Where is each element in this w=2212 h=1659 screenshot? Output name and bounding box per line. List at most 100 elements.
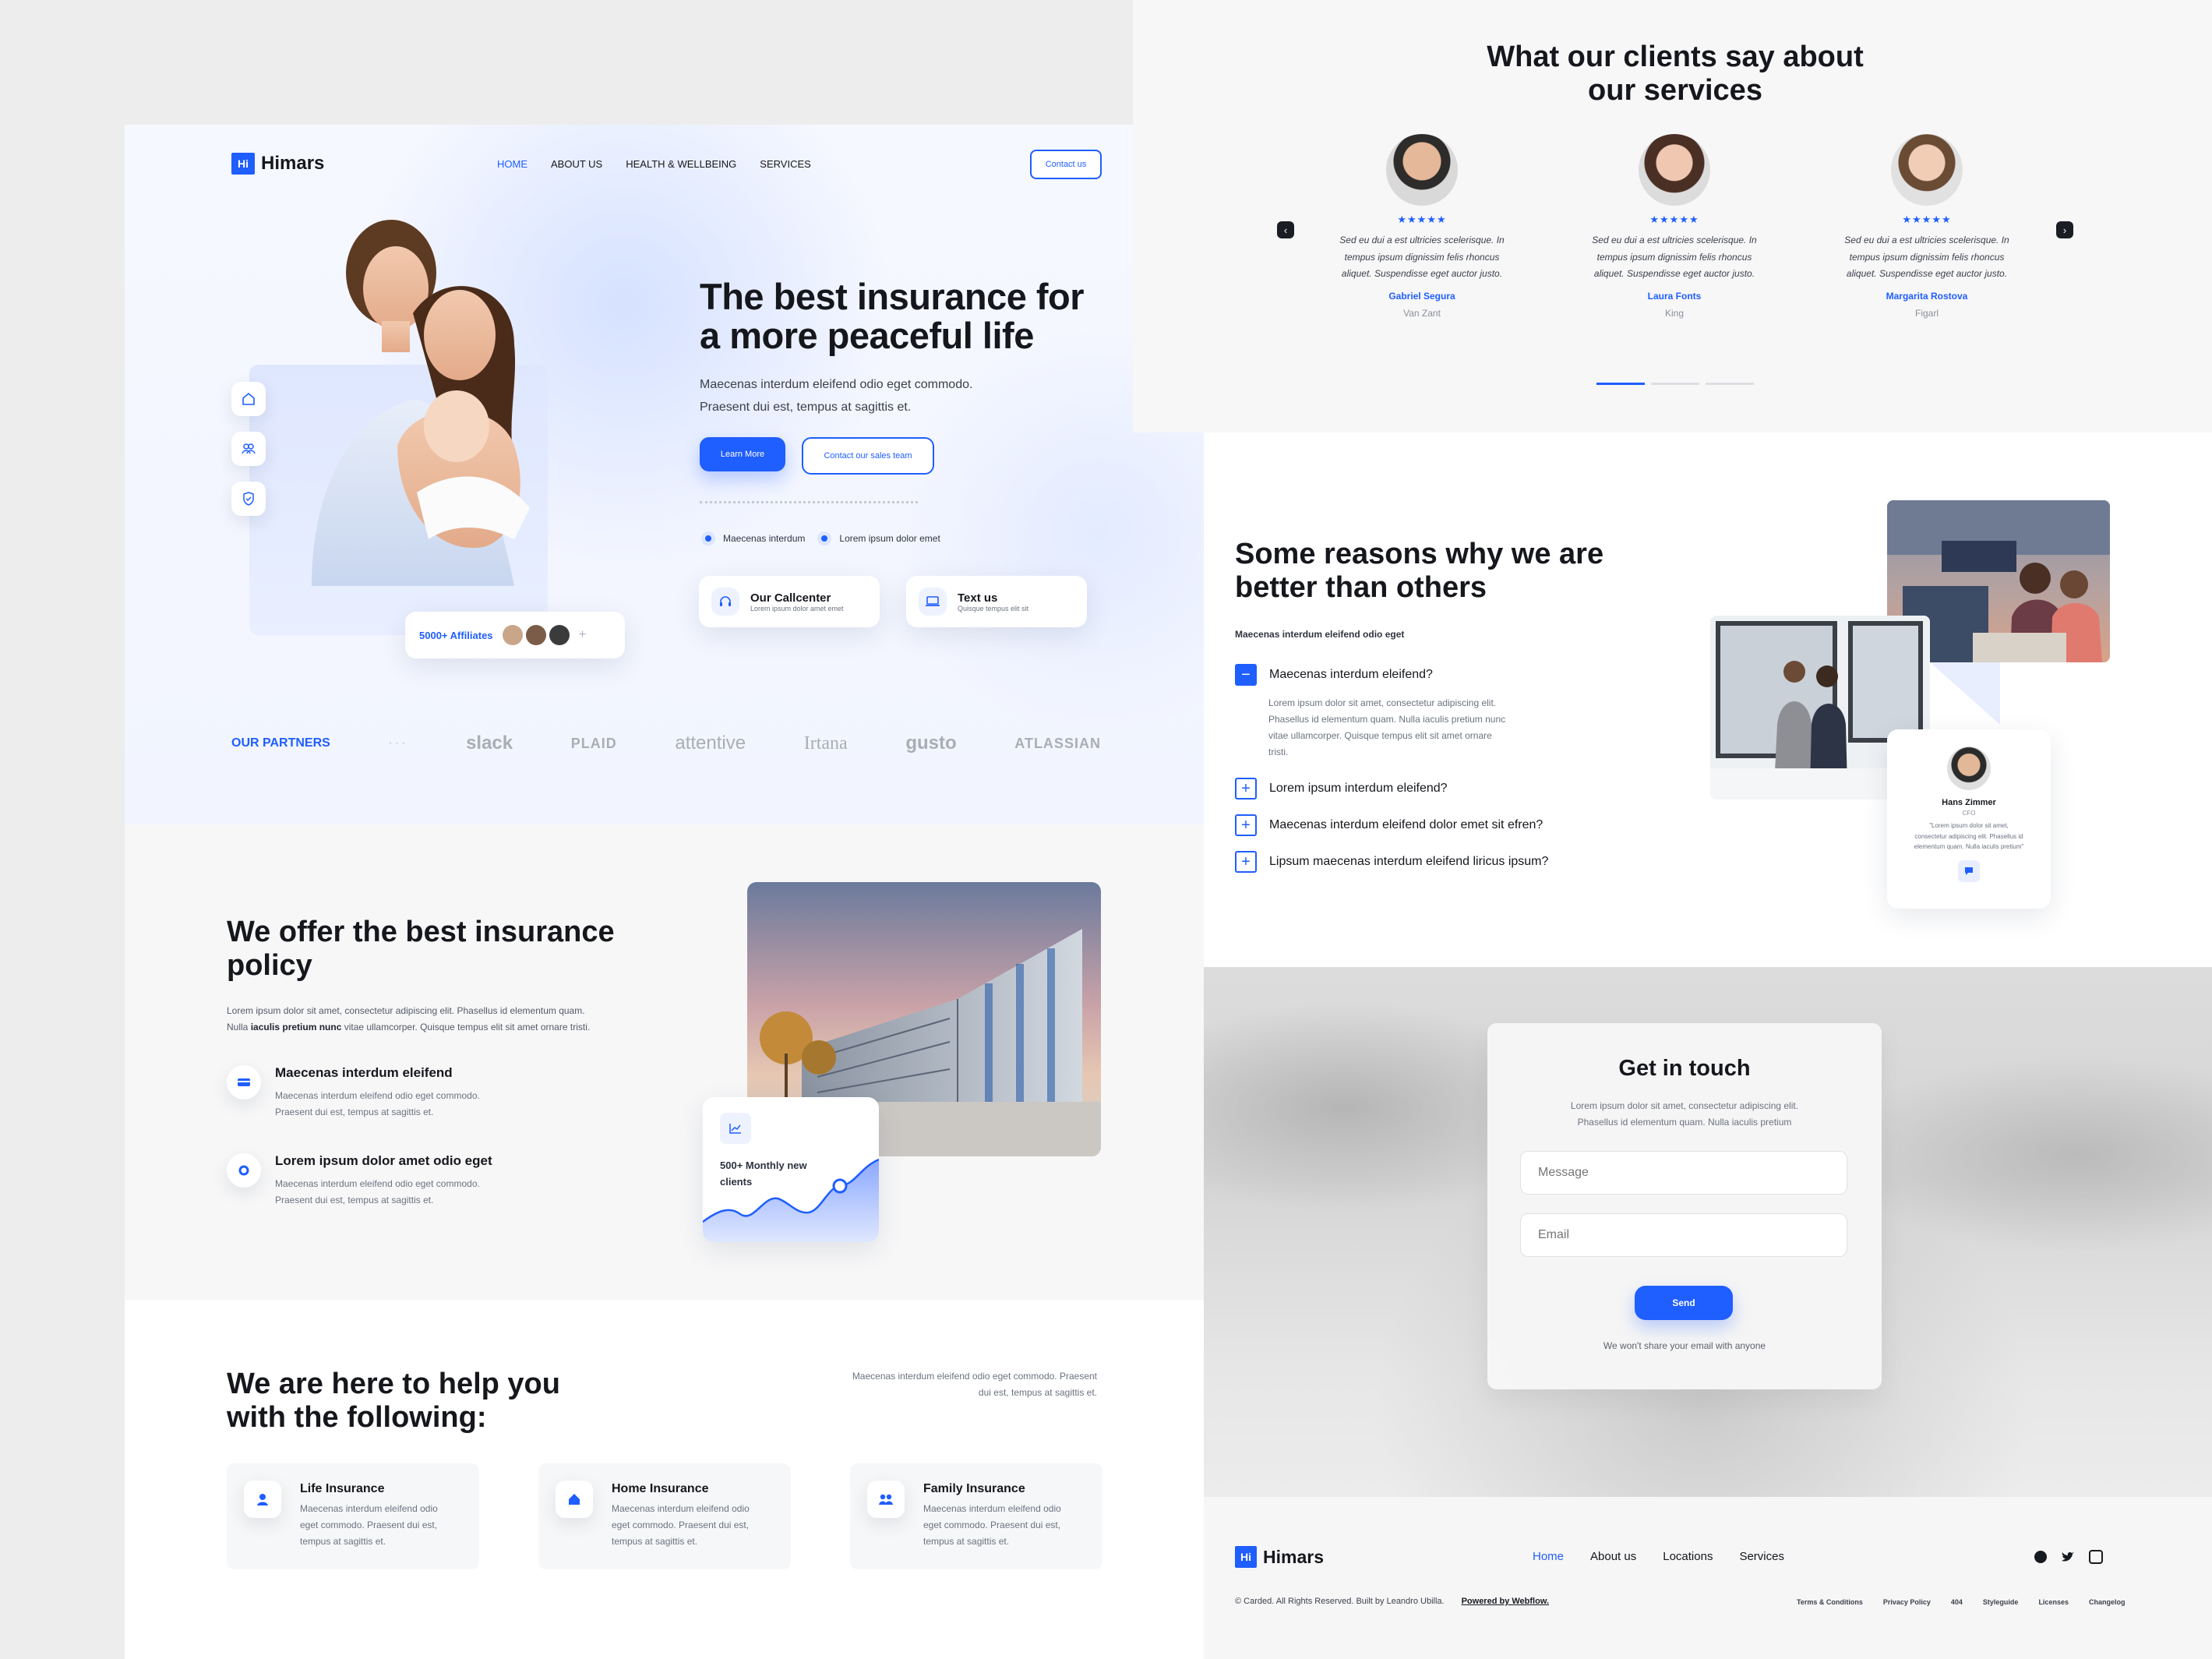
- plus-icon[interactable]: +: [573, 625, 593, 645]
- offer-feature-title: Maecenas interdum eleifend: [275, 1065, 453, 1080]
- check-icon: [701, 531, 715, 545]
- main-nav: HOME ABOUT US HEALTH & WELLBEING SERVICE…: [497, 158, 811, 170]
- service-line: Maecenas interdum eleifend odio: [923, 1503, 1061, 1514]
- footer-nav-about[interactable]: About us: [1590, 1550, 1636, 1563]
- offer-title-line-2: policy: [227, 948, 312, 982]
- contact-title: Get in touch: [1618, 1056, 1751, 1081]
- powered-link[interactable]: Powered by Webflow.: [1462, 1597, 1549, 1606]
- help-aside: Maecenas interdum eleifend odio eget com…: [779, 1368, 1097, 1401]
- footer-nav-services[interactable]: Services: [1739, 1550, 1784, 1563]
- prev-arrow-button[interactable]: ‹: [1277, 221, 1294, 238]
- changelog-link[interactable]: Changelog: [2089, 1598, 2126, 1606]
- footer-logo[interactable]: Hi Himars: [1235, 1546, 1324, 1568]
- minus-icon[interactable]: −: [1235, 664, 1257, 686]
- service-line: eget commodo. Praesent dui est,: [300, 1520, 438, 1530]
- callcenter-card[interactable]: Our Callcenter Lorem ipsum dolor amet em…: [699, 576, 880, 627]
- next-arrow-button[interactable]: ›: [2056, 221, 2073, 238]
- dotted-divider: [700, 501, 918, 503]
- logo[interactable]: Hi Himars: [231, 153, 324, 175]
- social-icons: [2034, 1550, 2103, 1564]
- partner-gusto: gusto: [905, 732, 957, 754]
- plus-icon[interactable]: +: [1235, 814, 1257, 836]
- rating-stars: ★★★★★: [1397, 214, 1447, 225]
- answer-line: vitae ullamcorper. Quisque tempus elit s…: [1268, 730, 1492, 741]
- footer-nav-home[interactable]: Home: [1533, 1550, 1564, 1563]
- nav-home[interactable]: HOME: [497, 158, 527, 170]
- partner-plaid: PLAID: [570, 735, 617, 751]
- avatar: [1891, 134, 1963, 206]
- chat-icon[interactable]: [1958, 860, 1980, 882]
- house-icon: [556, 1481, 593, 1518]
- callcenter-title: Our Callcenter: [750, 591, 831, 605]
- faq-item[interactable]: + Maecenas interdum eleifend dolor emet …: [1235, 814, 1543, 836]
- check-item: Maecenas interdum: [701, 531, 805, 545]
- send-button[interactable]: Send: [1635, 1286, 1733, 1320]
- pagination-dot-active[interactable]: [1596, 383, 1645, 385]
- growth-sparkline: [703, 1158, 879, 1242]
- person-icon: [244, 1481, 281, 1518]
- learn-more-button[interactable]: Learn More: [700, 437, 785, 471]
- twitter-icon[interactable]: [2061, 1551, 2075, 1562]
- nav-about[interactable]: ABOUT US: [551, 158, 602, 170]
- service-card-life[interactable]: Life Insurance Maecenas interdum eleifen…: [227, 1463, 479, 1569]
- faq-item-open[interactable]: − Maecenas interdum eleifend? Lorem ipsu…: [1235, 664, 1570, 761]
- contact-us-button[interactable]: Contact us: [1030, 150, 1102, 179]
- hero-side-icons: [231, 382, 266, 516]
- users-icon[interactable]: [231, 432, 266, 466]
- check-icon: [817, 531, 832, 545]
- service-body: Maecenas interdum eleifend odio eget comm…: [612, 1501, 783, 1550]
- testimonial-name: Margarita Rostova: [1886, 290, 1968, 302]
- help-title-line-1: We are here to help you: [227, 1368, 560, 1400]
- hero-subtitle: Maecenas interdum eleifend odio eget com…: [700, 374, 972, 419]
- pagination-dot[interactable]: [1651, 383, 1699, 385]
- service-line: eget commodo. Praesent dui est,: [612, 1520, 750, 1530]
- quote-line: tempus ipsum dignissim felis rhoncus: [1596, 251, 1752, 263]
- avatar: [549, 625, 570, 645]
- testimonial-role: Van Zant: [1403, 307, 1441, 319]
- offer-feature-line: Maecenas interdum eleifend odio eget com…: [275, 1090, 480, 1101]
- licenses-link[interactable]: Licenses: [2038, 1598, 2069, 1606]
- quote-line: tempus ipsum dignissim felis rhoncus: [1849, 251, 2005, 263]
- nav-services[interactable]: SERVICES: [760, 158, 811, 170]
- testimonial-role: King: [1664, 307, 1685, 319]
- check-label: Lorem ipsum dolor emet: [839, 533, 940, 544]
- facebook-icon[interactable]: [2034, 1551, 2047, 1563]
- testimonial-card: ★★★★★ Sed eu dui a est ultricies sceleri…: [1550, 134, 1799, 319]
- plus-icon[interactable]: +: [1235, 851, 1257, 873]
- profile-quote: "Lorem ipsum dolor sit amet, consectetur …: [1887, 821, 2051, 852]
- offer-feature-line: Praesent dui est, tempus at sagittis et.: [275, 1107, 434, 1117]
- hero-title-line-2: a more peaceful life: [700, 314, 1034, 356]
- terms-link[interactable]: Terms & Conditions: [1797, 1598, 1863, 1606]
- reasons-subtitle: Maecenas interdum eleifend odio eget: [1235, 629, 1405, 640]
- instagram-icon[interactable]: [2089, 1550, 2103, 1564]
- footer-nav-locations[interactable]: Locations: [1663, 1550, 1713, 1563]
- service-card-family[interactable]: Family Insurance Maecenas interdum eleif…: [850, 1463, 1102, 1569]
- service-line: tempus at sagittis et.: [612, 1536, 698, 1547]
- faq-item[interactable]: + Lipsum maecenas interdum eleifend liri…: [1235, 851, 1548, 873]
- faq-question: Maecenas interdum eleifend dolor emet si…: [1269, 818, 1543, 831]
- testimonial-name: Gabriel Segura: [1388, 290, 1455, 302]
- service-card-home[interactable]: Home Insurance Maecenas interdum eleifen…: [538, 1463, 791, 1569]
- avatar: [1639, 134, 1710, 206]
- 404-link[interactable]: 404: [1951, 1598, 1963, 1606]
- plus-icon[interactable]: +: [1235, 778, 1257, 799]
- offer-feature-text: Maecenas interdum eleifend odio eget com…: [275, 1176, 602, 1209]
- home-icon[interactable]: [231, 382, 266, 416]
- text-us-card[interactable]: Text us Quisque tempus elit sit: [906, 576, 1087, 627]
- email-input[interactable]: [1520, 1213, 1847, 1257]
- styleguide-link[interactable]: Styleguide: [1983, 1598, 2019, 1606]
- pagination-dot[interactable]: [1706, 383, 1754, 385]
- privacy-link[interactable]: Privacy Policy: [1883, 1598, 1931, 1606]
- brand-name: Himars: [261, 153, 325, 174]
- quote-line: aliquet. Suspendisse eget auctor justo.: [1846, 268, 2008, 280]
- faq-item[interactable]: + Lorem ipsum interdum eleifend?: [1235, 778, 1448, 799]
- nav-health[interactable]: HEALTH & WELLBEING: [626, 158, 736, 170]
- message-input[interactable]: [1520, 1151, 1847, 1195]
- contact-sales-button[interactable]: Contact our sales team: [802, 437, 934, 475]
- check-label: Maecenas interdum: [723, 533, 806, 544]
- shield-icon[interactable]: [231, 482, 266, 516]
- profile-name: Hans Zimmer: [1942, 798, 1996, 807]
- faq-question: Maecenas interdum eleifend?: [1269, 668, 1433, 681]
- testimonial-quote: Sed eu dui a est ultricies scelerisque. …: [1802, 232, 2051, 283]
- help-aside-line: Maecenas interdum eleifend odio eget com…: [852, 1371, 1097, 1382]
